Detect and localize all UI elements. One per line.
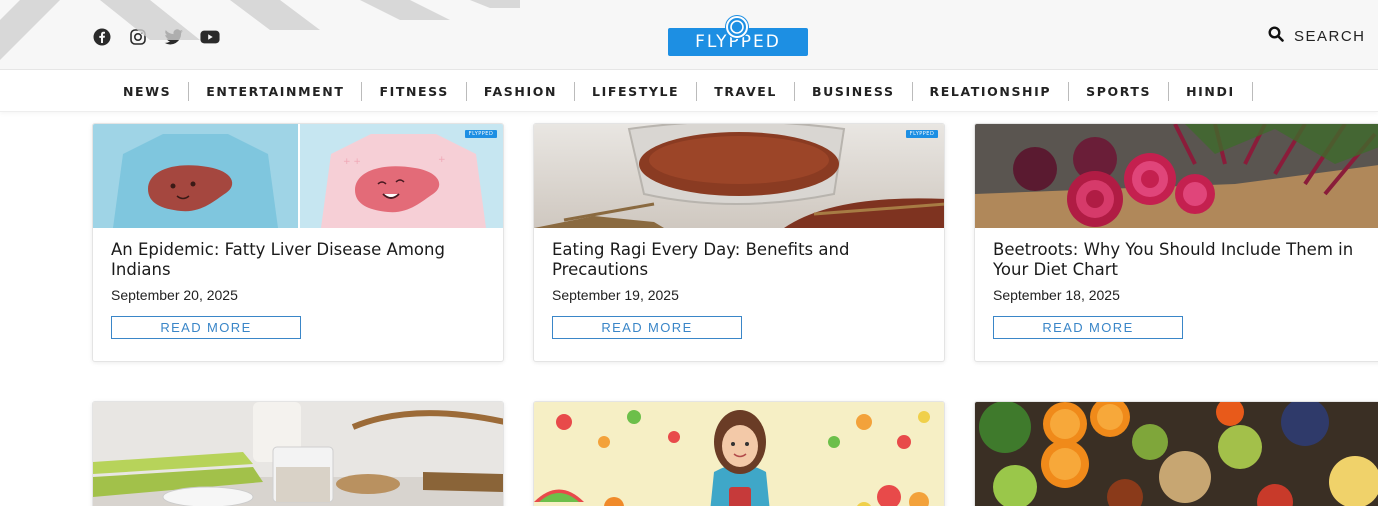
main-nav: NEWS ENTERTAINMENT FITNESS FASHION LIFES… (0, 70, 1378, 112)
nav-item-hindi[interactable]: HINDI (1169, 82, 1253, 101)
watermark-badge: FLYPPED (906, 130, 938, 138)
nav-item-travel[interactable]: TRAVEL (697, 82, 795, 101)
facebook-icon[interactable] (92, 27, 112, 47)
article-title[interactable]: Beetroots: Why You Should Include Them i… (993, 240, 1363, 280)
nav-item-sports[interactable]: SPORTS (1069, 82, 1170, 101)
article-card: Beetroots: Why You Should Include Them i… (974, 123, 1378, 362)
nav-item-fitness[interactable]: FITNESS (362, 82, 467, 101)
nav-item-fashion[interactable]: FASHION (467, 82, 576, 101)
page: FLYPPED SEARCH NEWS ENTERTAINMENT FITNES… (0, 0, 1378, 506)
nav-item-entertainment[interactable]: ENTERTAINMENT (189, 82, 363, 101)
article-card (533, 401, 945, 506)
article-thumbnail-ragi[interactable]: FLYPPED (534, 124, 944, 228)
article-card: FLYPPED Eating Ragi Every Day: Benefits … (533, 123, 945, 362)
article-thumbnail-healthy-foods[interactable] (975, 402, 1378, 506)
article-card (92, 401, 504, 506)
nav-list: NEWS ENTERTAINMENT FITNESS FASHION LIFES… (106, 82, 1253, 101)
article-thumbnail-fatty-liver[interactable]: + + + FLYPPED (93, 124, 503, 228)
logo-globe-icon (726, 16, 748, 38)
instagram-icon[interactable] (128, 27, 148, 47)
article-date: September 18, 2025 (993, 287, 1120, 303)
article-card: + + + FLYPPED An Epidemic: Fatty Liver Di… (92, 123, 504, 362)
watermark-badge: FLYPPED (465, 130, 497, 138)
read-more-button[interactable]: READ MORE (111, 316, 301, 339)
search-label: SEARCH (1294, 27, 1366, 45)
read-more-button[interactable]: READ MORE (552, 316, 742, 339)
search-button[interactable]: SEARCH (1268, 26, 1366, 46)
nav-item-lifestyle[interactable]: LIFESTYLE (575, 82, 698, 101)
svg-text:+: + (438, 155, 446, 165)
nav-item-relationship[interactable]: RELATIONSHIP (913, 82, 1070, 101)
article-card (974, 401, 1378, 506)
article-title[interactable]: An Epidemic: Fatty Liver Disease Among I… (111, 240, 481, 280)
site-header: FLYPPED SEARCH (0, 0, 1378, 70)
article-thumbnail-beetroots[interactable] (975, 124, 1378, 228)
svg-text:+ +: + + (343, 157, 361, 167)
read-more-button[interactable]: READ MORE (993, 316, 1183, 339)
social-links (92, 27, 220, 47)
nav-item-news[interactable]: NEWS (106, 82, 190, 101)
article-title[interactable]: Eating Ragi Every Day: Benefits and Prec… (552, 240, 922, 280)
search-icon (1268, 26, 1284, 46)
article-date: September 20, 2025 (111, 287, 238, 303)
site-logo[interactable]: FLYPPED (668, 16, 808, 58)
article-thumbnail-chia-seeds[interactable] (93, 402, 503, 506)
youtube-icon[interactable] (200, 27, 220, 47)
article-date: September 19, 2025 (552, 287, 679, 303)
nav-item-business[interactable]: BUSINESS (795, 82, 913, 101)
twitter-icon[interactable] (164, 27, 184, 47)
article-thumbnail-fruit-diet[interactable] (534, 402, 944, 506)
